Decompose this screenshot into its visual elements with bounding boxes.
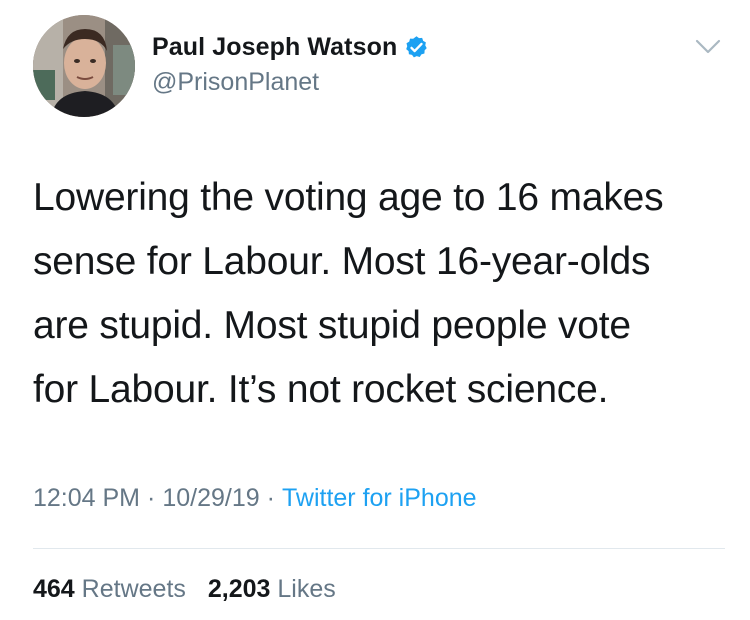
tweet-text-line: sense for Labour. Most 16-year-olds <box>33 240 651 283</box>
author-handle[interactable]: @PrisonPlanet <box>152 68 319 97</box>
tweet-date[interactable]: 10/29/19 <box>162 484 259 512</box>
retweets-stat[interactable]: 464 Retweets <box>33 575 186 603</box>
avatar-image <box>33 15 135 117</box>
retweets-count: 464 <box>33 575 75 603</box>
author-name-row: Paul Joseph Watson <box>152 30 429 64</box>
tweet-text-line: are stupid. Most stupid people vote <box>33 304 631 347</box>
meta-separator: · <box>266 484 275 512</box>
likes-label: Likes <box>277 575 336 603</box>
tweet-text-line: Lowering the voting age to 16 makes <box>33 176 664 219</box>
tweet-stats: 464 Retweets 2,203 Likes <box>33 575 336 604</box>
tweet-text-line: for Labour. It’s not rocket science. <box>33 368 609 411</box>
author-display-name[interactable]: Paul Joseph Watson <box>152 33 397 62</box>
tweet-source-link[interactable]: Twitter for iPhone <box>282 484 477 512</box>
avatar[interactable] <box>33 15 135 117</box>
meta-separator: · <box>147 484 156 512</box>
divider <box>33 548 725 549</box>
verified-badge-icon <box>404 35 429 60</box>
likes-stat[interactable]: 2,203 Likes <box>208 575 336 603</box>
chevron-down-icon[interactable] <box>694 37 722 57</box>
tweet-card: Paul Joseph Watson @PrisonPlanet Lowerin… <box>0 0 750 620</box>
tweet-meta: 12:04 PM · 10/29/19 · Twitter for iPhone <box>33 484 477 513</box>
tweet-time[interactable]: 12:04 PM <box>33 484 140 512</box>
retweets-label: Retweets <box>81 575 186 603</box>
likes-count: 2,203 <box>207 575 271 603</box>
tweet-text: Lowering the voting age to 16 makes sens… <box>33 166 723 422</box>
